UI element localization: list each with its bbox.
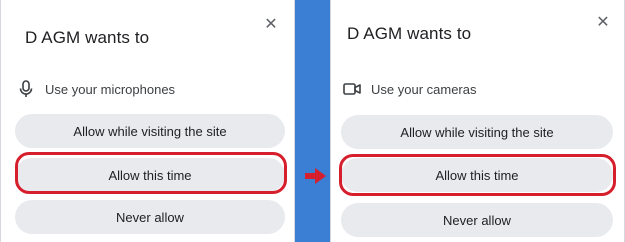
permission-row: Use your cameras <box>343 80 476 98</box>
permission-dialog-camera: D AGM wants to ✕ Use your cameras Allow … <box>330 0 625 242</box>
microphone-icon <box>17 80 35 98</box>
never-allow-button[interactable]: Never allow <box>15 200 285 234</box>
close-icon[interactable]: ✕ <box>262 16 280 34</box>
permission-dialog-microphone: D AGM wants to ✕ Use your microphones Al… <box>0 0 295 242</box>
red-arrow-icon <box>305 168 326 184</box>
permission-label: Use your cameras <box>371 81 477 97</box>
camera-icon <box>343 80 361 98</box>
close-icon[interactable]: ✕ <box>594 14 612 32</box>
allow-this-time-button[interactable]: Allow this time <box>341 158 613 192</box>
dialog-title: D AGM wants to <box>347 24 472 43</box>
dialog-title: D AGM wants to <box>25 28 150 47</box>
allow-while-visiting-button[interactable]: Allow while visiting the site <box>15 114 285 148</box>
permission-label: Use your microphones <box>45 81 176 97</box>
allow-this-time-button[interactable]: Allow this time <box>15 158 285 192</box>
allow-while-visiting-button[interactable]: Allow while visiting the site <box>341 115 613 149</box>
never-allow-button[interactable]: Never allow <box>341 203 613 237</box>
permission-row: Use your microphones <box>17 80 175 98</box>
